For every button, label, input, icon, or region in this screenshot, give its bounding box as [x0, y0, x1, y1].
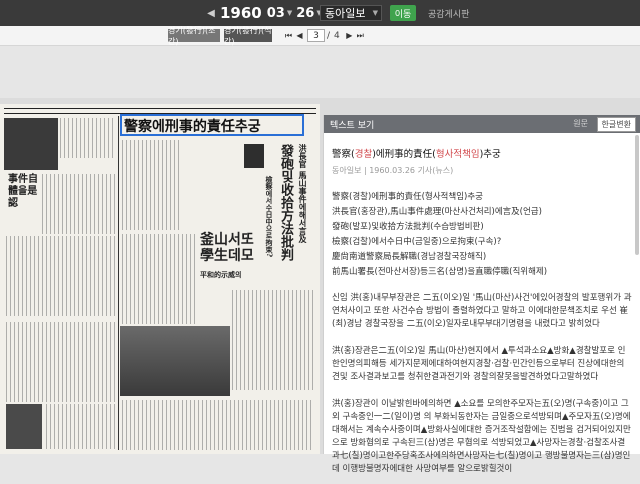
text-column [122, 140, 182, 230]
original-text-toggle[interactable]: 원문 [573, 118, 588, 129]
article-paragraph: 洪(홍)장관은二五(이오)일 馬山(마산)현지에서 ▲투석과소요▲방화▲경찰발포… [332, 346, 626, 382]
vertical-headline: 發砲및收拾方法批判 [278, 144, 293, 261]
text-column [60, 118, 116, 158]
panel-header: 텍스트 보기 원문 한글변환 [324, 115, 640, 133]
vertical-subhead: 檢察에서수日中으로拘束? [265, 176, 274, 258]
title-part: )추궁 [479, 149, 501, 160]
current-page-input[interactable]: 3 [307, 29, 325, 42]
column-rule [118, 116, 119, 450]
prev-arrow-icon[interactable]: ◀ [205, 8, 217, 19]
panel-title: 텍스트 보기 [330, 120, 375, 131]
article-paragraph: 洪(홍)장관이 이날밝힌바에의하면 ▲소요를 모의한주모자는五(오)명(구속중)… [332, 399, 631, 474]
headline-line: 發砲(발포)및收拾方法批判(수습방법비판) [332, 222, 484, 232]
month-select[interactable]: 03 ▼ [267, 6, 292, 21]
article-meta: 동아일보 | 1960.03.26 기사(뉴스) [332, 166, 454, 175]
text-column [6, 322, 116, 402]
main-headline: 警察에刑事的責任추궁 [124, 119, 261, 135]
day-value: 26 [296, 5, 315, 21]
text-column [122, 234, 196, 324]
newspaper-select[interactable]: 동아일보 ▼ [320, 5, 382, 21]
tab-morning-edition[interactable]: 경기(發行)(조간) [168, 26, 220, 46]
side-headline: 事件自體을是認 [8, 174, 38, 209]
secondary-headline: 釜山서또學生데모 [200, 232, 254, 264]
headline-line: 洪長官(홍장관),馬山事件處理(마산사건처리)에言及(언급) [332, 207, 542, 217]
small-headline: 平和的示威의 [200, 270, 242, 279]
title-hangul: 형사적책임 [435, 149, 480, 160]
panel-body: 警察(경찰)에刑事的責任(형사적책임)추궁 동아일보 | 1960.03.26 … [324, 133, 640, 484]
page-navigator: ⏮ ◀ 3 / 4 ▶ ⏭ [283, 29, 366, 42]
chevron-down-icon: ▼ [286, 9, 293, 17]
title-hangul: 경찰 [354, 149, 373, 160]
street-photo [120, 326, 230, 396]
text-column [42, 174, 116, 234]
tab-evening-edition[interactable]: 경기(發行)(석간) [224, 26, 272, 46]
headline-line: 前馬山署長(전마산서장)등三名(삼명)을直職停職(직위해제) [332, 267, 548, 277]
article-paragraph: 신임 洪(홍)내무부장관은 二五(이오)일 '馬山(마산)사건'에있어경찰의 발… [332, 293, 632, 329]
headline-line: 慶尙南道警察局長解職(경남경찰국장해직) [332, 252, 487, 262]
last-page-icon[interactable]: ⏭ [355, 31, 366, 41]
title-part: )에刑事的責任( [372, 149, 436, 160]
text-column [6, 236, 116, 316]
notice-board-link[interactable]: 공감게시판 [428, 7, 469, 20]
headline-line: 警察(경찰)에刑事的責任(형사적책임)추궁 [332, 192, 483, 202]
date-selector: ◀ 1960 03▼ 26▼ ▶ [205, 4, 336, 22]
vertical-subhead: 洪長官 馬山事件에해서言及 [298, 144, 308, 243]
next-page-icon[interactable]: ▶ [344, 31, 355, 40]
year-select[interactable]: 1960 [220, 4, 262, 22]
chevron-down-icon: ▼ [372, 9, 378, 17]
first-page-icon[interactable]: ⏮ [283, 31, 294, 41]
portrait-photo [244, 144, 264, 168]
text-column [232, 290, 314, 390]
day-select[interactable]: 26▼ [296, 6, 321, 21]
month-value: 03 [266, 5, 285, 21]
newspaper-select-value: 동아일보 [325, 7, 366, 20]
total-pages: 4 [334, 30, 340, 41]
sub-bar: 경기(發行)(조간) 경기(發行)(석간) ⏮ ◀ 3 / 4 ▶ ⏭ [0, 26, 640, 46]
article-title: 警察(경찰)에刑事的責任(형사적책임)추궁 [332, 149, 632, 161]
hangul-convert-button[interactable]: 한글변환 [596, 117, 636, 132]
prev-page-icon[interactable]: ◀ [294, 31, 305, 40]
newspaper-scan[interactable]: 事件自體을是認 警察에刑事的責任추궁 發砲및收拾方法批判 洪長官 馬山事件에해서… [0, 104, 320, 454]
text-column [122, 400, 314, 450]
ad-block [6, 404, 42, 449]
top-bar: ◀ 1960 03▼ 26▼ ▶ 동아일보 ▼ 이동 공감게시판 [0, 0, 640, 26]
headline-line: 檢察(검찰)에서수日中(금일중)으로拘束(구속)? [332, 237, 502, 247]
title-part: 警察( [332, 149, 355, 160]
rule [4, 108, 316, 109]
page-separator: / [327, 30, 331, 41]
headline-lines: 警察(경찰)에刑事的責任(형사적책임)추궁 洪長官(홍장관),馬山事件處理(마산… [332, 191, 632, 278]
text-view-panel: 텍스트 보기 원문 한글변환 警察(경찰)에刑事的責任(형사적책임)추궁 동아일… [323, 115, 640, 474]
go-button[interactable]: 이동 [390, 5, 416, 21]
panel-scrollbar[interactable] [635, 135, 639, 255]
photo [4, 118, 58, 170]
text-column [46, 404, 116, 449]
